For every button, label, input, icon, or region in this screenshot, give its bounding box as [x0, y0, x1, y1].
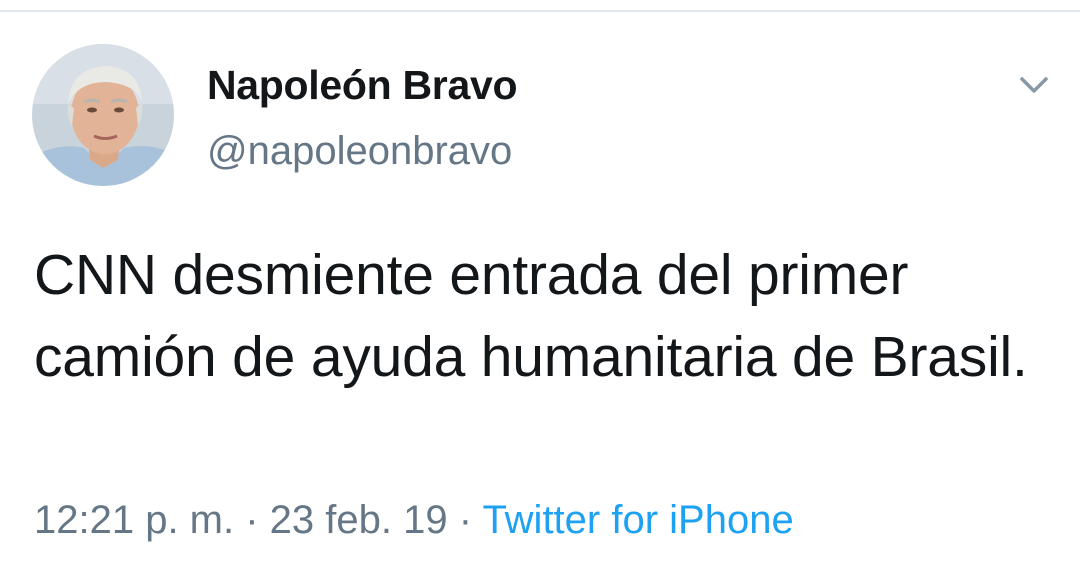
author-display-name[interactable]: Napoleón Bravo	[207, 62, 517, 109]
tweet-card: Napoleón Bravo @napoleonbravo CNN desmie…	[0, 14, 1080, 582]
tweet-menu-button[interactable]	[1012, 70, 1056, 100]
tweet-date[interactable]: 23 feb. 19	[270, 498, 448, 542]
meta-separator: ·	[234, 498, 270, 542]
tweet-source-link[interactable]: Twitter for iPhone	[482, 498, 793, 542]
tweet-metadata: 12:21 p. m. · 23 feb. 19 · Twitter for i…	[34, 498, 794, 543]
tweet-time[interactable]: 12:21 p. m.	[34, 498, 234, 542]
avatar-image	[32, 44, 174, 186]
tweet-text: CNN desmiente entrada del primer camión …	[34, 243, 1028, 389]
top-divider	[0, 0, 1080, 12]
author-handle[interactable]: @napoleonbravo	[207, 129, 512, 174]
chevron-down-icon	[1020, 77, 1048, 93]
meta-separator: ·	[447, 498, 483, 542]
avatar[interactable]	[32, 44, 174, 186]
